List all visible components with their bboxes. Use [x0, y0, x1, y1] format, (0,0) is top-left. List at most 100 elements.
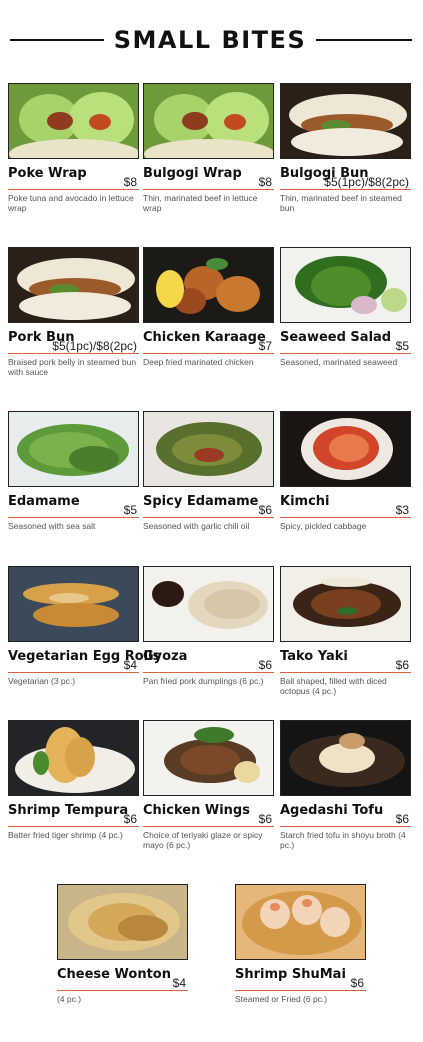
- item-name: Tako Yaki: [280, 649, 348, 664]
- item-price: $6: [258, 503, 272, 517]
- item-price: $6: [395, 812, 409, 826]
- agedashi-tofu-photo: [280, 720, 411, 796]
- edamame-photo: [8, 411, 139, 487]
- item-name: Bulgogi Wrap: [143, 166, 242, 181]
- item-description: Seasoned, marinated seaweed: [280, 357, 398, 367]
- spicy-edamame-photo: [143, 411, 274, 487]
- price-underline: [143, 189, 274, 190]
- item-name: Gyoza: [143, 649, 188, 664]
- item-price: $8: [123, 175, 137, 189]
- item-price: $3: [395, 503, 409, 517]
- gyoza-photo: [143, 566, 274, 642]
- item-price: $5(1pc)/$8(2pc): [324, 175, 409, 189]
- menu-item: Cheese Wonton $4 (4 pc.): [57, 884, 188, 1004]
- price-underline: [8, 353, 139, 354]
- item-description: Vegetarian (3 pc.): [8, 676, 76, 686]
- header-rule-right: [316, 39, 412, 41]
- menu-item: Gyoza $6 Pan fried pork dumplings (6 pc.): [143, 566, 274, 686]
- item-name: Kimchi: [280, 494, 330, 509]
- price-underline: [235, 990, 366, 991]
- menu-item: Pork Bun $5(1pc)/$8(2pc) Braised pork bell…: [8, 247, 139, 377]
- menu-item: Poke Wrap $8 Poke tuna and avocado in lett…: [8, 83, 139, 213]
- item-name: Shrimp ShuMai: [235, 967, 346, 982]
- menu-item: Bulgogi Bun $5(1pc)/$8(2pc) Thin, marinate…: [280, 83, 411, 213]
- lettuce-wraps-photo: [8, 83, 139, 159]
- price-underline: [280, 517, 411, 518]
- item-price: $5: [123, 503, 137, 517]
- item-description: Braised pork belly in steamed bun with s…: [8, 357, 137, 377]
- item-name: Shrimp Tempura: [8, 803, 129, 818]
- price-underline: [143, 517, 274, 518]
- shumai-photo: [235, 884, 366, 960]
- menu-item: Tako Yaki $6 Ball shaped, filled with dice…: [280, 566, 411, 696]
- item-description: Seasoned with garlic chili oil: [143, 521, 250, 531]
- item-description: Thin, marinated beef in lettuce wrap: [143, 193, 258, 213]
- price-underline: [8, 189, 139, 190]
- price-underline: [57, 990, 188, 991]
- price-underline: [280, 353, 411, 354]
- price-underline: [8, 826, 139, 827]
- item-price: $5(1pc)/$8(2pc): [52, 339, 137, 353]
- menu-item: Agedashi Tofu $6 Starch fried tofu in shoy…: [280, 720, 411, 850]
- lettuce-wraps-photo: [143, 83, 274, 159]
- item-name: Spicy Edamame: [143, 494, 259, 509]
- price-underline: [280, 189, 411, 190]
- item-name: Poke Wrap: [8, 166, 87, 181]
- menu-item: Edamame $5 Seasoned with sea salt: [8, 411, 139, 531]
- item-description: Deep fried marinated chicken: [143, 357, 254, 367]
- menu-item: Kimchi $3 Spicy, pickled cabbage: [280, 411, 411, 531]
- seaweed-salad-photo: [280, 247, 411, 323]
- kimchi-photo: [280, 411, 411, 487]
- menu-item: Vegetarian Egg Rolls $4 Vegetarian (3 pc.): [8, 566, 160, 686]
- egg-rolls-photo: [8, 566, 139, 642]
- chicken-wings-photo: [143, 720, 274, 796]
- item-description: Poke tuna and avocado in lettuce wrap: [8, 193, 134, 213]
- menu-item: Chicken Wings $6 Choice of teriyaki glaze …: [143, 720, 274, 850]
- wontons-photo: [57, 884, 188, 960]
- price-underline: [8, 672, 139, 673]
- item-price: $6: [395, 658, 409, 672]
- menu-item: Spicy Edamame $6 Seasoned with garlic chil…: [143, 411, 274, 531]
- item-price: $6: [123, 812, 137, 826]
- item-name: Chicken Wings: [143, 803, 250, 818]
- item-name: Edamame: [8, 494, 80, 509]
- item-price: $4: [172, 976, 186, 990]
- steamed-bun-photo: [8, 247, 139, 323]
- tempura-photo: [8, 720, 139, 796]
- item-description: Spicy, pickled cabbage: [280, 521, 367, 531]
- item-description: Thin, marinated beef in steamed bun: [280, 193, 402, 213]
- price-underline: [8, 517, 139, 518]
- item-price: $8: [258, 175, 272, 189]
- item-name: Vegetarian Egg Rolls: [8, 649, 161, 664]
- item-price: $5: [395, 339, 409, 353]
- price-underline: [143, 353, 274, 354]
- steamed-bun-photo: [280, 83, 411, 159]
- menu-item: Chicken Karaage $7 Deep fried marinated ch…: [143, 247, 274, 367]
- item-description: Choice of teriyaki glaze or spicy mayo (…: [143, 830, 263, 850]
- item-price: $6: [350, 976, 364, 990]
- fried-chicken-photo: [143, 247, 274, 323]
- price-underline: [143, 826, 274, 827]
- price-underline: [280, 826, 411, 827]
- menu-item: Seaweed Salad $5 Seasoned, marinated seawe…: [280, 247, 411, 367]
- item-name: Seaweed Salad: [280, 330, 392, 345]
- menu-item: Bulgogi Wrap $8 Thin, marinated beef in le…: [143, 83, 274, 213]
- item-price: $6: [258, 812, 272, 826]
- item-description: Batter fried tiger shrimp (4 pc.): [8, 830, 123, 840]
- item-description: Ball shaped, filled with diced octopus (…: [280, 676, 387, 696]
- item-description: Pan fried pork dumplings (6 pc.): [143, 676, 264, 686]
- item-name: Chicken Karaage: [143, 330, 266, 345]
- item-description: (4 pc.): [57, 994, 82, 1004]
- item-price: $7: [258, 339, 272, 353]
- price-underline: [143, 672, 274, 673]
- section-title: SMALL BITES: [113, 26, 307, 54]
- item-description: Starch fried tofu in shoyu broth (4 pc.): [280, 830, 406, 850]
- item-description: Seasoned with sea salt: [8, 521, 96, 531]
- menu-item: Shrimp ShuMai $6 Steamed or Fried (6 pc.): [235, 884, 366, 1004]
- item-name: Agedashi Tofu: [280, 803, 384, 818]
- item-price: $6: [258, 658, 272, 672]
- item-name: Cheese Wonton: [57, 967, 171, 982]
- takoyaki-photo: [280, 566, 411, 642]
- price-underline: [280, 672, 411, 673]
- header-rule-left: [10, 39, 104, 41]
